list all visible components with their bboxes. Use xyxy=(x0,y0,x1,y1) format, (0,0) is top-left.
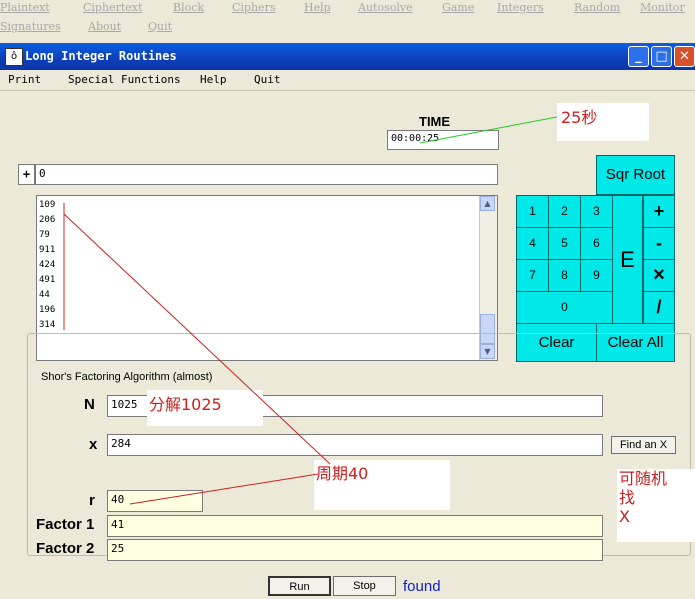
period-pointer-line xyxy=(63,213,331,465)
time-pointer-line xyxy=(419,116,558,144)
annotation-lines xyxy=(63,116,558,505)
r-pointer-line xyxy=(129,473,319,505)
